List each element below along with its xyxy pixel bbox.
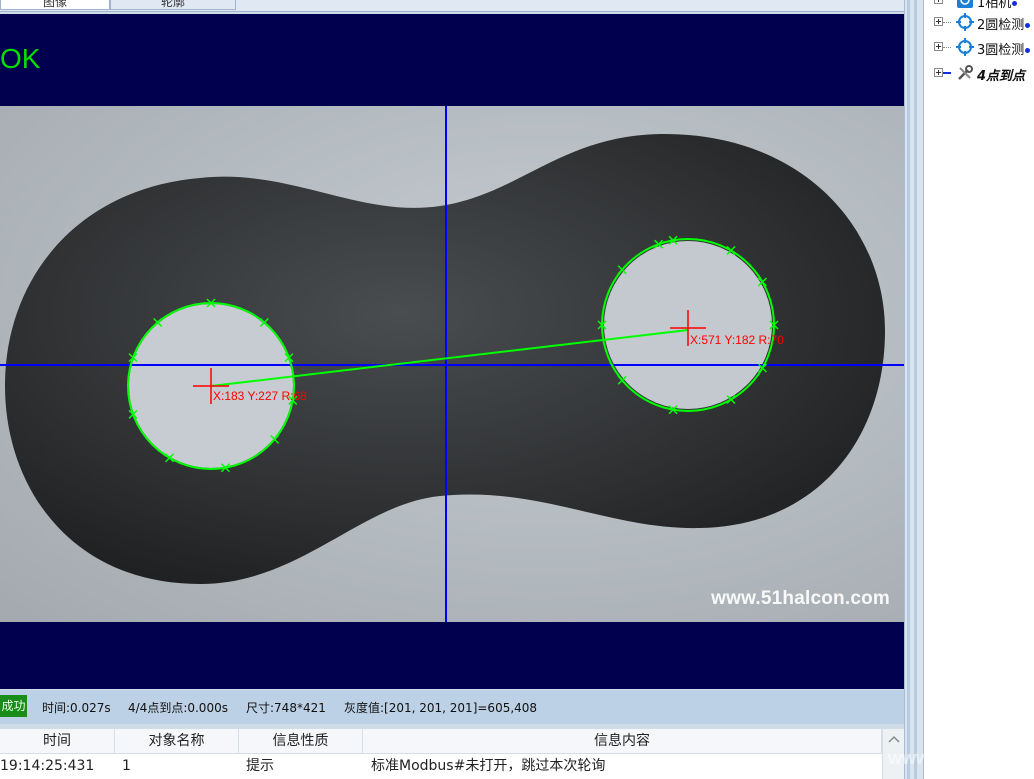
watermark-text: www.51halcon.com [711,588,890,609]
row-message: 标准Modbus#未打开，跳过本次轮询 [371,758,606,774]
tree-item-label: 3圆检测 [977,39,1031,58]
circle2-label: X:571 Y:182 R:70 [690,333,784,347]
splitter-grip [907,0,910,779]
tree-item-circle-detect-3[interactable]: 3圆检测 [924,37,1034,59]
tree-item-label: 4点到点 [977,69,1026,84]
camera-icon [957,0,973,8]
expand-icon[interactable] [934,0,943,4]
tree-item-label: 2圆检测 [977,14,1031,33]
tab-image[interactable]: 图像 [0,0,110,10]
crosshair-icon [956,13,974,31]
expand-icon[interactable] [934,17,943,26]
row-type: 提示 [246,758,274,774]
row-time: 19:14:25:431 [0,758,95,774]
circle1-label: X:183 Y:227 R:68 [213,389,307,403]
tab-contour[interactable]: 轮廓 [110,0,236,10]
scroll-up-icon[interactable] [883,729,905,749]
row-object: 1 [122,758,131,774]
table-row[interactable]: 19:14:25:431 1 提示 标准Modbus#未打开，跳过本次轮询 [0,729,882,779]
status-gray: 灰度值:[201, 201, 201]=605,408 [344,701,538,715]
status-step: 4/4点到点:0.000s [128,701,228,715]
tree-item-camera[interactable]: 1相机 [924,0,1034,12]
status-bar: 成功 时间:0.027s 4/4点到点:0.000s 尺寸:748*421 灰度… [0,690,904,724]
splitter-grip [914,0,917,779]
status-time: 时间:0.027s [42,701,111,715]
image-display-window[interactable]: OK X:183 Y:227 R:68 X:571 Y:182 R:70 www… [0,14,904,689]
tools-icon [958,65,973,80]
measurement-overlay: X:183 Y:227 R:68 X:571 Y:182 R:70 [0,106,904,622]
inspection-image[interactable]: X:183 Y:227 R:68 X:571 Y:182 R:70 www.51… [0,106,904,622]
log-table: 时间 对象名称 信息性质 信息内容 19:14:25:431 1 提示 标准Mo… [0,729,905,779]
status-size: 尺寸:748*421 [246,701,326,715]
tree-item-label: 1相机 [977,0,1018,11]
expand-icon[interactable] [934,68,943,77]
process-tree-panel: 1相机 2圆检测 3圆检测 4点到点 [924,0,1034,779]
crosshair-icon [956,38,974,56]
tree-item-circle-detect-2[interactable]: 2圆检测 [924,12,1034,34]
result-ok-text: OK [0,43,41,74]
tree-item-point-to-point[interactable]: 4点到点 [924,63,1034,85]
image-tab-bar: 图像 轮廓 [0,0,905,12]
expand-icon[interactable] [934,42,943,51]
status-badge: 成功 [0,695,27,717]
watermark-text: www.51halcon.com [888,748,1034,768]
